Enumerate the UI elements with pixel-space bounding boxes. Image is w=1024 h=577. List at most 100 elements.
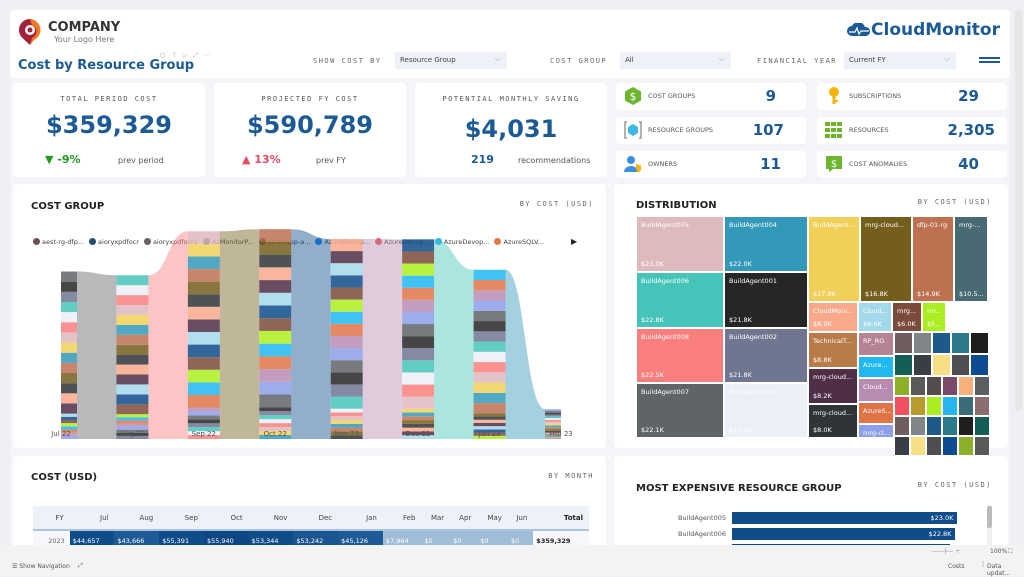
ribbon-chart[interactable] bbox=[13, 184, 606, 448]
ribbon-segment bbox=[259, 423, 292, 428]
treemap-cell[interactable] bbox=[894, 354, 913, 376]
column-header[interactable]: Oct bbox=[203, 506, 249, 531]
bar[interactable]: $22.8K bbox=[732, 528, 956, 540]
treemap-cell[interactable] bbox=[974, 376, 990, 396]
column-header[interactable]: Mar bbox=[421, 506, 451, 531]
treemap-cell[interactable] bbox=[970, 354, 989, 376]
treemap-cell[interactable] bbox=[932, 332, 951, 354]
treemap-cell[interactable] bbox=[926, 396, 942, 416]
column-header[interactable]: Jun bbox=[507, 506, 534, 531]
column-header[interactable]: Feb bbox=[382, 506, 422, 531]
treemap-cell[interactable] bbox=[894, 416, 910, 436]
treemap-cell[interactable]: BuildAgent007 $22.1K bbox=[636, 383, 724, 438]
treemap-cell[interactable] bbox=[894, 436, 910, 456]
treemap-cell[interactable]: BuildAgent... $17.9K bbox=[808, 216, 860, 302]
ribbon-segment bbox=[61, 373, 77, 384]
bar[interactable]: $23.0K bbox=[732, 512, 958, 524]
x-tick-label: Oct 22 bbox=[263, 430, 287, 438]
x-tick-label: Jan 23 bbox=[478, 430, 501, 438]
treemap-cell[interactable]: mrg... $6.0K bbox=[892, 302, 922, 332]
treemap-cell[interactable]: BuildAgent004 $22.0K bbox=[724, 216, 808, 272]
treemap-cell[interactable] bbox=[970, 332, 989, 354]
treemap-cell[interactable]: BuildAgent001 $21.8K bbox=[724, 272, 808, 328]
treemap[interactable]: BuildAgent005 $23.0K BuildAgent004 $22.0K Bu… bbox=[636, 216, 990, 456]
column-header[interactable]: Sep bbox=[159, 506, 204, 531]
column-header[interactable]: Total bbox=[533, 506, 589, 531]
treemap-cell[interactable] bbox=[974, 436, 990, 456]
treemap-cell[interactable] bbox=[942, 416, 958, 436]
treemap-cell[interactable]: mrg-cl... bbox=[858, 424, 894, 438]
treemap-cell[interactable] bbox=[932, 354, 951, 376]
page-scrollbar[interactable] bbox=[1015, 10, 1022, 410]
show-cost-by-dropdown[interactable]: Resource Group ⌵ bbox=[395, 52, 507, 69]
page-tab-costs[interactable]: Costs bbox=[948, 563, 964, 570]
treemap-cell[interactable] bbox=[974, 416, 990, 436]
ribbon-segment bbox=[402, 336, 435, 349]
treemap-cell[interactable] bbox=[942, 436, 958, 456]
treemap-cell[interactable] bbox=[942, 396, 958, 416]
treemap-cell[interactable] bbox=[894, 396, 910, 416]
treemap-cell[interactable]: BuildAgent006 $22.8K bbox=[636, 272, 724, 328]
section-subtitle: BY MONTH bbox=[548, 472, 594, 480]
treemap-cell[interactable]: mr... $5... bbox=[922, 302, 946, 332]
treemap-cell[interactable]: mrg-... $10.5... bbox=[954, 216, 988, 302]
column-header[interactable]: Aug bbox=[114, 506, 160, 531]
treemap-cell[interactable]: AzureS... bbox=[858, 402, 894, 424]
ribbon-segment bbox=[116, 295, 149, 306]
column-header[interactable]: Dec bbox=[293, 506, 339, 531]
treemap-cell[interactable]: Cloud... $6.6K bbox=[858, 302, 892, 332]
treemap-cell[interactable] bbox=[910, 376, 926, 396]
treemap-cell[interactable] bbox=[926, 376, 942, 396]
column-header[interactable]: Apr bbox=[450, 506, 478, 531]
column-header[interactable]: Nov bbox=[248, 506, 294, 531]
treemap-cell[interactable]: CloudMoni... $8.9K bbox=[808, 302, 858, 332]
treemap-cell[interactable]: BuildAgent005 $23.0K bbox=[636, 216, 724, 272]
show-navigation-button[interactable]: ☰ Show Navigation bbox=[12, 563, 70, 570]
treemap-cell[interactable] bbox=[894, 332, 913, 354]
financial-year-dropdown[interactable]: Current FY ⌵ bbox=[844, 52, 956, 69]
treemap-cell[interactable] bbox=[951, 332, 970, 354]
treemap-cell[interactable]: TechnicalT... $8.8K bbox=[808, 332, 858, 368]
treemap-cell[interactable] bbox=[974, 396, 990, 416]
scrollbar-thumb[interactable] bbox=[987, 506, 992, 528]
treemap-cell[interactable] bbox=[958, 416, 974, 436]
treemap-cell[interactable] bbox=[958, 436, 974, 456]
treemap-cell[interactable] bbox=[926, 416, 942, 436]
column-header[interactable]: FY bbox=[33, 506, 70, 531]
column-header[interactable]: May bbox=[477, 506, 508, 531]
expand-icon[interactable]: ⤢ bbox=[78, 562, 83, 570]
treemap-cell[interactable] bbox=[942, 376, 958, 396]
treemap-cell[interactable]: Azure... bbox=[858, 356, 894, 378]
treemap-cell[interactable]: Cloud... bbox=[858, 378, 894, 402]
treemap-cell[interactable] bbox=[913, 354, 932, 376]
treemap-cell[interactable]: RP_RG bbox=[858, 332, 894, 356]
treemap-cell[interactable]: BuildAgent008 $22.5K bbox=[636, 328, 724, 383]
ribbon-segment bbox=[116, 364, 149, 375]
treemap-cell[interactable]: BuildAgent003 $21.3K bbox=[724, 383, 808, 438]
treemap-cell[interactable] bbox=[951, 354, 970, 376]
treemap-cell[interactable]: BuildAgent002 $21.8K bbox=[724, 328, 808, 383]
fit-page-icon[interactable]: ⛶ bbox=[1008, 548, 1012, 556]
treemap-cell[interactable] bbox=[910, 396, 926, 416]
hamburger-menu-icon[interactable] bbox=[979, 57, 1000, 65]
treemap-cell[interactable] bbox=[894, 376, 910, 396]
ribbon-band bbox=[362, 238, 403, 439]
treemap-cell[interactable] bbox=[913, 332, 932, 354]
treemap-cell[interactable]: mrg-cloud... $16.8K bbox=[860, 216, 912, 302]
ribbon-segment bbox=[473, 341, 506, 352]
treemap-cell[interactable] bbox=[926, 436, 942, 456]
treemap-cell[interactable]: mrg-cloud... $8.0K bbox=[808, 404, 858, 438]
zoom-slider[interactable]: ·——┼— + bbox=[930, 548, 960, 555]
treemap-cell-label: TechnicalT... bbox=[813, 337, 853, 345]
treemap-cell[interactable] bbox=[958, 376, 974, 396]
treemap-cell[interactable] bbox=[910, 416, 926, 436]
stat-value: 40 bbox=[958, 155, 979, 173]
treemap-cell[interactable] bbox=[910, 436, 926, 456]
treemap-cell[interactable]: mrg-cloud... $8.2K bbox=[808, 368, 858, 404]
treemap-cell[interactable] bbox=[958, 396, 974, 416]
column-header[interactable]: Jul bbox=[69, 506, 115, 531]
column-header[interactable]: Jan bbox=[338, 506, 383, 531]
filter-label-financial-year: FINANCIAL YEAR bbox=[757, 57, 838, 65]
treemap-cell[interactable]: dfp-01-rg $14.9K bbox=[912, 216, 954, 302]
cost-group-dropdown[interactable]: All ⌵ bbox=[620, 52, 731, 69]
